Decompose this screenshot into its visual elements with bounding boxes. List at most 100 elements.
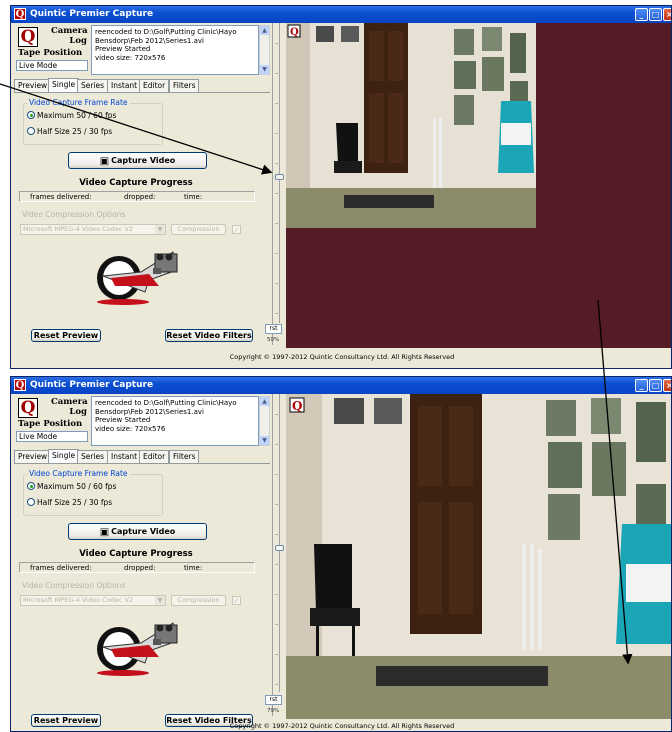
maximize-button[interactable]: □ (649, 8, 662, 21)
radio-selected-icon (27, 111, 35, 119)
tab-single[interactable]: Single (48, 449, 80, 463)
radio-maximum[interactable]: Maximum 50 / 60 fps (27, 482, 116, 491)
slider-tick (275, 313, 278, 314)
video-frame: Q (286, 394, 671, 719)
minimize-button[interactable]: _ (635, 8, 648, 21)
radio-half-size[interactable]: Half Size 25 / 30 fps (27, 127, 112, 136)
compression-checkbox: ✓ (232, 225, 241, 234)
close-button[interactable]: × (663, 379, 671, 392)
log-label: Log (69, 407, 87, 417)
title-bar[interactable]: Q Quintic Premier Capture _ □ × (11, 6, 671, 23)
tab-preview[interactable]: Preview (14, 79, 52, 92)
minimize-button[interactable]: _ (635, 379, 648, 392)
tab-filters[interactable]: Filters (169, 79, 200, 92)
slider-tick (275, 564, 278, 565)
dropped-label: dropped: (124, 564, 156, 572)
title-bar[interactable]: Q Quintic Premier Capture _ □ × (11, 377, 671, 394)
tab-editor[interactable]: Editor (139, 450, 170, 463)
compression-button: Compression (171, 224, 226, 235)
progress-title: Video Capture Progress (79, 178, 193, 188)
codec-value: Microsoft MPEG-4 Video Codec V2 (23, 225, 134, 233)
camera-label: Camera (51, 26, 88, 36)
tab-single[interactable]: Single (48, 78, 80, 92)
window-title: Quintic Premier Capture (30, 380, 154, 390)
compression-checkbox: ✓ (232, 596, 241, 605)
radio-maximum[interactable]: Maximum 50 / 60 fps (27, 111, 116, 120)
tab-series[interactable]: Series (77, 79, 109, 92)
codec-value: Microsoft MPEG-4 Video Codec V2 (23, 596, 134, 604)
reset-video-filters-button[interactable]: Reset Video Filters (165, 329, 253, 342)
quintic-mascot-icon (97, 251, 178, 305)
rst-button[interactable]: rst (265, 695, 282, 705)
slider-tick (275, 444, 278, 445)
app-window-top: Q Quintic Premier Capture _ □ × Q Camera… (10, 5, 672, 369)
reset-preview-button[interactable]: Reset Preview (31, 329, 101, 342)
rst-button[interactable]: rst (265, 324, 282, 334)
close-button[interactable]: × (663, 8, 671, 21)
camera-icon: ▣ (99, 156, 110, 167)
zoom-slider[interactable] (273, 394, 287, 692)
radio-half-label: Half Size 25 / 30 fps (37, 127, 113, 136)
quintic-mascot-icon (97, 622, 178, 676)
tab-instant[interactable]: Instant (107, 79, 142, 92)
capture-video-label: Capture Video (111, 527, 176, 536)
quintic-logo: Q (18, 398, 38, 418)
svg-text:Q: Q (290, 27, 299, 38)
dropped-label: dropped: (124, 193, 156, 201)
log-line: Bensdorp\Feb 2012\Series1.avi (95, 407, 204, 416)
app-logo-icon: Q (14, 379, 26, 391)
log-line: reencoded to D:\Golf\Putting Clinic\Hayo (95, 399, 237, 407)
tab-series[interactable]: Series (77, 450, 109, 463)
frames-delivered-label: frames delivered: (30, 193, 92, 201)
progress-box: frames delivered: dropped: time: (19, 562, 255, 573)
tape-position-label: Tape Position (18, 48, 83, 58)
maximize-button[interactable]: □ (649, 379, 662, 392)
scroll-down-icon[interactable]: ▼ (260, 436, 269, 445)
slider-thumb[interactable] (275, 174, 284, 180)
frames-delivered-label: frames delivered: (30, 564, 92, 572)
app-window-bottom: Q Quintic Premier Capture _ □ × Q Camera… (10, 376, 672, 732)
log-line: Preview Started (95, 416, 151, 424)
slider-thumb[interactable] (275, 545, 284, 551)
slider-tick (275, 654, 278, 655)
radio-empty-icon (27, 127, 35, 135)
slider-tick (275, 414, 278, 415)
slider-tick (275, 624, 278, 625)
dropdown-arrow-icon: ▼ (155, 225, 165, 234)
frame-rate-group (23, 474, 163, 516)
zoom-level: 79% (267, 708, 280, 714)
log-line: Bensdorp\Feb 2012\Series1.avi (95, 36, 204, 45)
radio-half-size[interactable]: Half Size 25 / 30 fps (27, 498, 112, 507)
camera-label: Camera (51, 397, 88, 407)
slider-tick (275, 684, 278, 685)
video-preview-area[interactable]: Q (286, 23, 671, 348)
radio-maximum-label: Maximum 50 / 60 fps (37, 482, 117, 491)
tab-preview[interactable]: Preview (14, 450, 52, 463)
zoom-slider[interactable] (273, 23, 287, 323)
scroll-up-icon[interactable]: ▲ (260, 26, 269, 35)
capture-video-button[interactable]: ▣ Capture Video (68, 152, 207, 169)
slider-tick (275, 43, 278, 44)
tab-body (14, 92, 270, 93)
tab-instant[interactable]: Instant (107, 450, 142, 463)
log-textbox[interactable]: reencoded to D:\Golf\Putting Clinic\Hayo… (91, 396, 259, 446)
tab-filters[interactable]: Filters (169, 450, 200, 463)
slider-track (279, 23, 280, 323)
slider-tick (275, 133, 278, 134)
capture-video-button[interactable]: ▣ Capture Video (68, 523, 207, 540)
video-frame: Q (286, 23, 536, 228)
video-preview-area[interactable]: Q (286, 394, 671, 719)
scroll-up-icon[interactable]: ▲ (260, 397, 269, 406)
tape-position-field[interactable]: Live Mode (16, 431, 88, 442)
copyright-text: Copyright © 1997-2012 Quintic Consultanc… (229, 353, 455, 361)
scroll-down-icon[interactable]: ▼ (260, 65, 269, 74)
tape-position-field[interactable]: Live Mode (16, 60, 88, 71)
log-scrollbar[interactable]: ▲ ▼ (259, 396, 270, 446)
progress-title: Video Capture Progress (79, 549, 193, 559)
tab-editor[interactable]: Editor (139, 79, 170, 92)
log-scrollbar[interactable]: ▲ ▼ (259, 25, 270, 75)
slider-tick (275, 504, 278, 505)
compression-button: Compression (171, 595, 226, 606)
log-textbox[interactable]: reencoded to D:\Golf\Putting Clinic\Hayo… (91, 25, 259, 75)
log-line: reencoded to D:\Golf\Putting Clinic\Hayo (95, 28, 237, 36)
